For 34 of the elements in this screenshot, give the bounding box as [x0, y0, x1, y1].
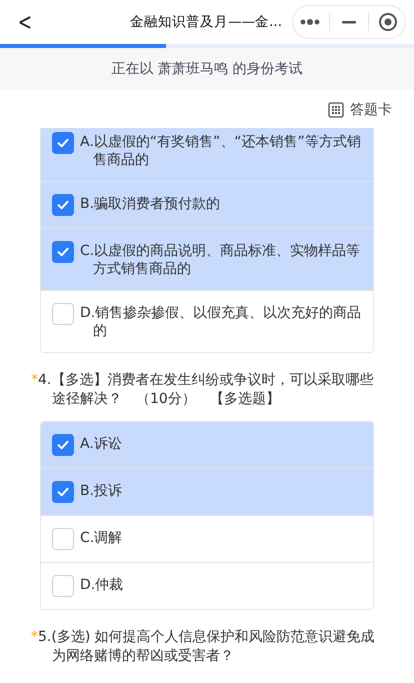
option-row[interactable]: B.骗取消费者预付款的 [41, 181, 373, 228]
option-text: D.销售掺杂掺假、以假充真、以次充好的商品的 [80, 304, 362, 340]
option-row[interactable]: B.投诉 [41, 468, 373, 515]
question-text: 4.【多选】消费者在发生纠纷或争议时，可以采取哪些途径解决？ （10分） 【多选题】 [38, 371, 374, 409]
checkbox[interactable] [52, 194, 74, 216]
checkbox[interactable] [52, 481, 74, 503]
check-icon [56, 136, 70, 150]
checkbox[interactable] [52, 241, 74, 263]
grid-icon [328, 102, 344, 118]
checkbox[interactable] [52, 434, 74, 456]
checkbox[interactable] [52, 132, 74, 154]
option-row[interactable]: D.仲裁 [41, 562, 373, 609]
option-row[interactable]: A.以虚假的“有奖销售”、“还本销售”等方式销售商品的 [41, 128, 373, 181]
check-icon [56, 245, 70, 259]
option-text: D.仲裁 [80, 576, 124, 594]
option-text: C.以虚假的商品说明、商品标准、实物样品等方式销售商品的 [80, 242, 362, 278]
required-mark: * [31, 371, 38, 390]
question-text: 5.(多选) 如何提高个人信息保护和风险防范意识避免成为网络赌博的帮凶或受害者？ [38, 628, 376, 666]
option-row[interactable]: C.以虚假的商品说明、商品标准、实物样品等方式销售商品的 [41, 228, 373, 290]
option-text: B.投诉 [80, 482, 122, 500]
check-icon [56, 438, 70, 452]
option-text: A.以虚假的“有奖销售”、“还本销售”等方式销售商品的 [80, 133, 362, 169]
page-title: 金融知识普及月——金... [129, 13, 283, 31]
check-icon [56, 198, 70, 212]
check-icon [56, 485, 70, 499]
back-button[interactable]: < [6, 8, 34, 36]
answer-card-button[interactable]: 答题卡 [328, 100, 392, 120]
option-row[interactable]: D.销售掺杂掺假、以假充真、以次充好的商品的 [41, 290, 373, 352]
option-row[interactable]: A.诉讼 [41, 422, 373, 468]
option-text: B.骗取消费者预付款的 [80, 195, 220, 213]
required-mark: * [31, 628, 38, 647]
option-text: C.调解 [80, 529, 122, 547]
identity-text: 正在以 萧萧班马鸣 的身份考试 [112, 60, 302, 78]
option-text: A.诉讼 [80, 435, 122, 453]
